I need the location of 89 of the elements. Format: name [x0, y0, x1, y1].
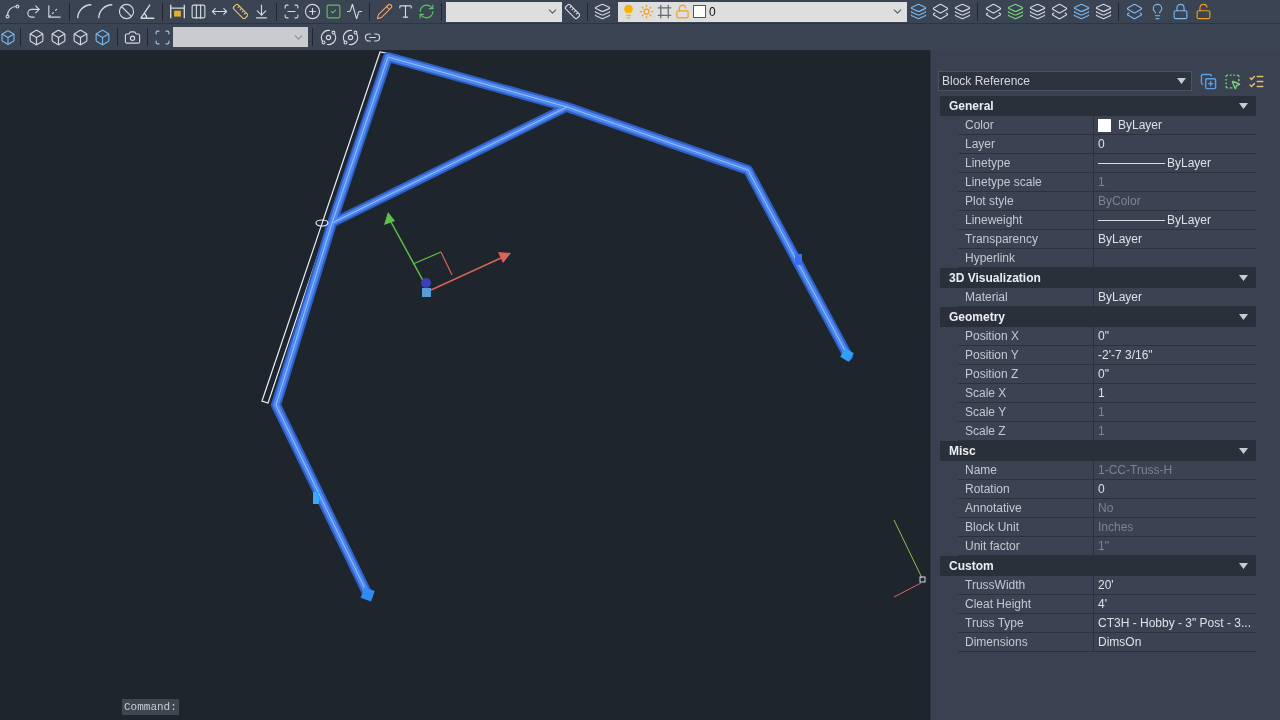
property-label: Block Unit [958, 518, 1094, 537]
dropdown-field[interactable] [173, 27, 308, 47]
dropdown-field[interactable] [446, 1, 562, 22]
property-value[interactable]: ByLayer [1094, 116, 1256, 135]
property-label: TrussWidth [958, 576, 1094, 595]
section-header[interactable]: 3D Visualization [940, 268, 1256, 288]
layers-icon[interactable] [1006, 3, 1024, 20]
dimension-icon[interactable] [169, 3, 186, 20]
arc-icon[interactable] [76, 3, 93, 20]
arc-icon[interactable] [97, 3, 114, 20]
dashed-square-pointer-icon[interactable] [1223, 72, 1241, 90]
line-sample-icon [1098, 162, 1165, 164]
property-label: Linetype [958, 154, 1094, 173]
frame-icon[interactable] [657, 4, 672, 19]
property-label: Hyperlink [958, 249, 1094, 268]
text-icon[interactable] [397, 3, 414, 20]
property-label: Truss Type [958, 614, 1094, 633]
cube-icon[interactable] [27, 28, 45, 46]
layers-icon[interactable] [1028, 3, 1046, 20]
property-label: Scale Z [958, 422, 1094, 441]
caret-down-icon[interactable] [1239, 563, 1248, 569]
property-label: Position X [958, 327, 1094, 346]
layers-icon[interactable] [931, 3, 949, 20]
curved-arrow-icon[interactable] [25, 3, 42, 20]
layers-icon[interactable] [1072, 3, 1090, 20]
property-label: Dimensions [958, 633, 1094, 652]
property-label: Linetype scale [958, 173, 1094, 192]
layers-icon[interactable] [1126, 3, 1143, 20]
pencil-icon[interactable] [376, 3, 393, 20]
command-prompt: Command: [122, 699, 179, 715]
property-label: Unit factor [958, 537, 1094, 556]
cube-icon[interactable] [93, 28, 111, 46]
layers-icon[interactable] [953, 3, 971, 20]
property-label: Cleat Height [958, 595, 1094, 614]
color-swatch-icon [693, 5, 706, 18]
ruler-icon[interactable] [564, 3, 581, 20]
property-label: Scale X [958, 384, 1094, 403]
property-label: Plot style [958, 192, 1094, 211]
scan-line-icon[interactable] [283, 3, 300, 20]
spline-icon[interactable] [4, 3, 21, 20]
caret-down-icon[interactable] [1239, 275, 1248, 281]
property-label: Name [958, 461, 1094, 480]
caret-down-icon[interactable] [1177, 78, 1186, 84]
section-header[interactable]: Custom [940, 556, 1256, 576]
copy-plus-icon[interactable] [1199, 72, 1217, 90]
property-label: Material [958, 288, 1094, 307]
caret-down-icon[interactable] [1239, 448, 1248, 454]
section-header[interactable]: General [940, 96, 1256, 116]
zigzag-line-icon[interactable] [346, 3, 363, 20]
layers-icon[interactable] [1094, 3, 1112, 20]
refresh-icon[interactable] [418, 3, 435, 20]
checkbox-icon[interactable] [325, 3, 342, 20]
orbit-icon[interactable] [319, 28, 337, 46]
layers-icon[interactable] [984, 3, 1002, 20]
property-label: Position Z [958, 365, 1094, 384]
layers-icon[interactable] [1050, 3, 1068, 20]
layers-icon[interactable] [909, 3, 927, 20]
section-header[interactable]: Geometry [940, 307, 1256, 327]
circle-plus-icon[interactable] [304, 3, 321, 20]
arrow-to-line-icon[interactable] [253, 3, 270, 20]
layers-icon[interactable] [594, 3, 611, 20]
property-label: Annotative [958, 499, 1094, 518]
lock-icon[interactable] [1172, 3, 1189, 20]
caret-down-icon[interactable] [1239, 103, 1248, 109]
axis-icon[interactable] [46, 3, 63, 20]
cube-icon[interactable] [0, 28, 16, 46]
line-sample-icon [1098, 219, 1165, 221]
property-label: Lineweight [958, 211, 1094, 230]
orbit-icon[interactable] [341, 28, 359, 46]
property-label: Color [958, 116, 1094, 135]
camera-icon[interactable] [124, 28, 141, 46]
circle-slash-icon[interactable] [118, 3, 135, 20]
cube-icon[interactable] [49, 28, 67, 46]
object-type-dropdown[interactable]: Block Reference [938, 71, 1192, 91]
ruler-icon[interactable] [232, 3, 249, 20]
property-label: Transparency [958, 230, 1094, 249]
columns-icon[interactable] [190, 3, 207, 20]
property-label: Layer [958, 135, 1094, 154]
ucs-axes-icon [893, 519, 926, 598]
cube-icon[interactable] [71, 28, 89, 46]
section-header[interactable]: Misc [940, 441, 1256, 461]
property-label: Rotation [958, 480, 1094, 499]
caret-down-icon[interactable] [1239, 314, 1248, 320]
open-lock-icon[interactable] [1195, 3, 1212, 20]
layer-dropdown[interactable]: 0 [618, 1, 907, 22]
property-label: Position Y [958, 346, 1094, 365]
angle-icon[interactable] [139, 3, 156, 20]
frame-corners-icon[interactable] [154, 28, 171, 46]
property-label: Scale Y [958, 403, 1094, 422]
